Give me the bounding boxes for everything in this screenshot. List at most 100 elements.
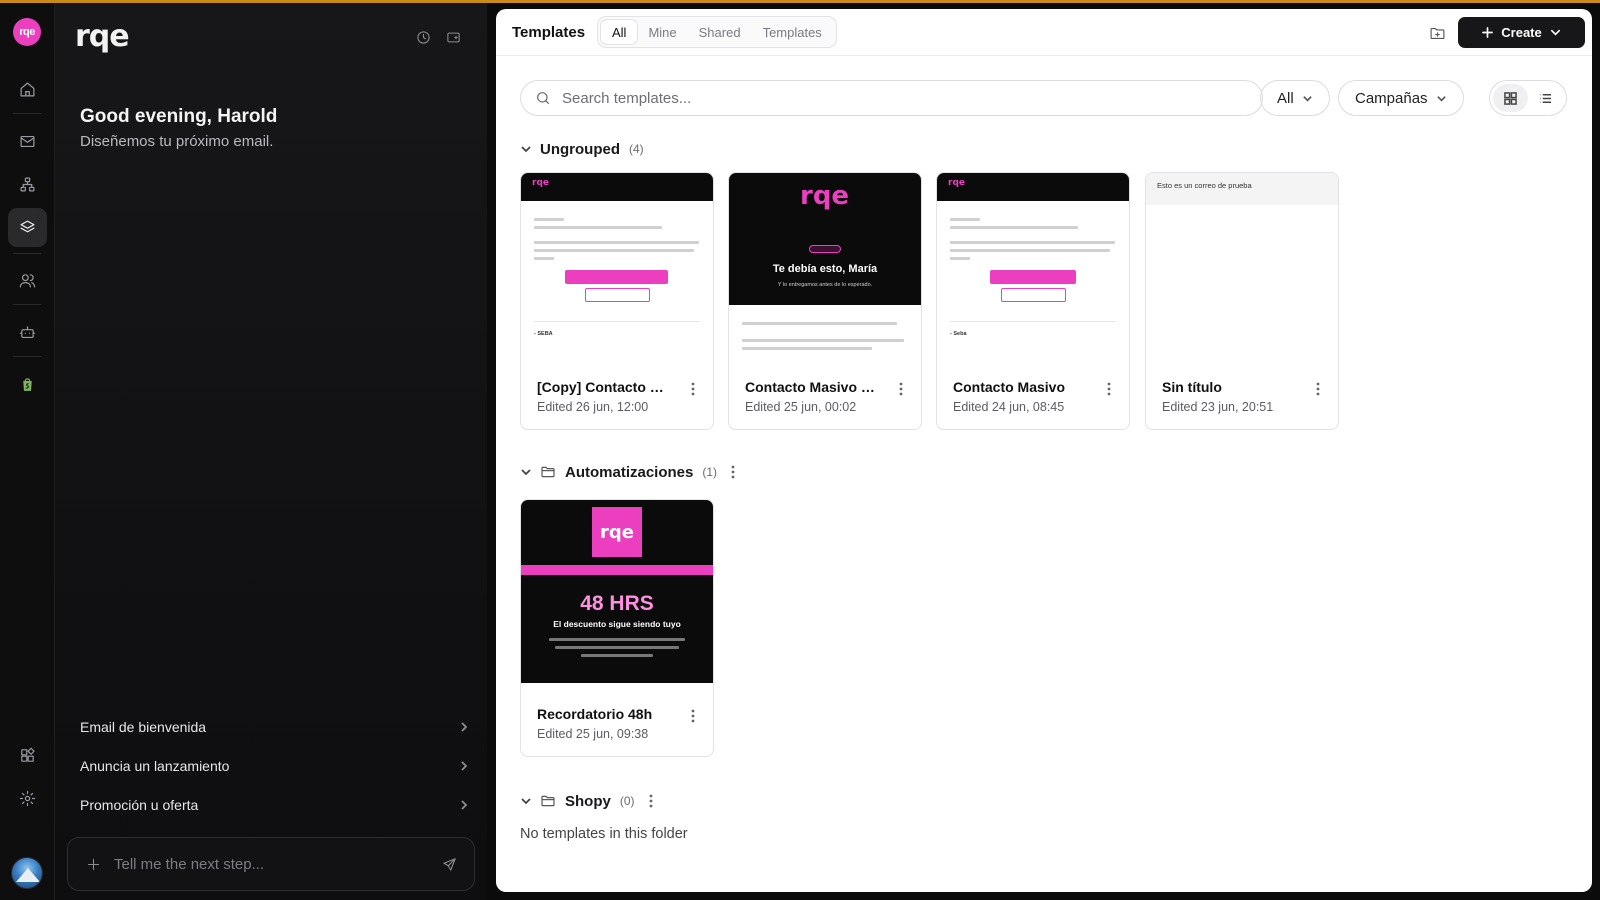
rail-divider: [13, 304, 41, 305]
thumbnail-subtitle: Y lo entregamos antes de lo esperado.: [777, 282, 873, 288]
suggestion-item[interactable]: Promoción u oferta: [80, 794, 470, 816]
users-icon[interactable]: [8, 261, 47, 300]
template-name: Recordatorio 48h: [537, 706, 653, 722]
tab-templates[interactable]: Templates: [752, 20, 833, 44]
group-name: Ungrouped: [540, 140, 620, 158]
chevron-right-icon: [461, 722, 468, 732]
layers-icon[interactable]: [8, 208, 47, 247]
tab-shared[interactable]: Shared: [688, 20, 752, 44]
template-edited-date: Edited 23 jun, 20:51: [1162, 400, 1274, 414]
type-filter-label: Campañas: [1355, 89, 1428, 107]
chevron-down-icon[interactable]: [518, 466, 534, 478]
template-name: Sin título: [1162, 379, 1222, 395]
group-count: (1): [702, 465, 718, 479]
empty-folder-message: No templates in this folder: [520, 826, 688, 842]
chevron-down-icon: [1302, 95, 1312, 102]
page-title: Templates: [512, 24, 586, 41]
filter-tabs: All Mine Shared Templates: [597, 16, 837, 48]
group-name: Shopy: [565, 792, 611, 810]
type-filter-dropdown[interactable]: Campañas: [1338, 80, 1464, 116]
group-name: Automatizaciones: [565, 463, 694, 481]
template-edited-date: Edited 26 jun, 12:00: [537, 400, 649, 414]
template-thumbnail: rqe - Seba: [937, 173, 1129, 356]
home-icon[interactable]: [8, 70, 47, 109]
template-card[interactable]: rqe 48 HRS El descuento sigue siendo tuy…: [520, 499, 714, 757]
suggestion-label: Anuncia un lanzamiento: [80, 758, 230, 774]
suggestion-label: Promoción u oferta: [80, 797, 199, 813]
send-icon[interactable]: [440, 855, 458, 873]
bot-icon[interactable]: [8, 313, 47, 352]
chat-composer: [67, 837, 475, 891]
thumbnail-title: Te debía esto, María: [772, 263, 878, 275]
list-view-icon[interactable]: [1528, 84, 1563, 112]
flows-icon[interactable]: [8, 165, 47, 204]
template-card[interactable]: rqe Te debía esto, María Y lo entregamos…: [728, 172, 922, 430]
template-edited-date: Edited 24 jun, 08:45: [953, 400, 1065, 414]
folder-icon: [540, 463, 558, 481]
shopify-icon[interactable]: [8, 365, 47, 404]
chevron-down-icon: [1550, 29, 1560, 36]
view-toggle: [1489, 80, 1567, 116]
chevron-right-icon: [461, 761, 468, 771]
settings-icon[interactable]: [8, 779, 47, 818]
template-name: Contacto Masivo Tranquilo: [745, 379, 881, 395]
template-edited-date: Edited 25 jun, 00:02: [745, 400, 857, 414]
chevron-right-icon: [461, 800, 468, 810]
owner-filter-label: All: [1277, 89, 1294, 107]
group-count: (0): [619, 794, 635, 808]
owner-filter-dropdown[interactable]: All: [1260, 80, 1330, 116]
group-header-ungrouped[interactable]: Ungrouped (4): [518, 138, 644, 160]
template-thumbnail: rqe - SEBA: [521, 173, 713, 356]
more-options-icon[interactable]: [1104, 381, 1114, 397]
templates-header: Templates All Mine Shared Templates Crea…: [496, 9, 1592, 56]
new-folder-icon[interactable]: [1426, 22, 1448, 44]
icon-rail: rqe: [0, 3, 55, 900]
thumbnail-headline: 48 HRS: [580, 592, 654, 615]
attach-plus-icon[interactable]: [84, 855, 102, 873]
chevron-down-icon: [1436, 95, 1446, 102]
more-options-icon[interactable]: [688, 708, 698, 724]
new-chat-icon[interactable]: [441, 25, 465, 49]
tab-mine[interactable]: Mine: [637, 20, 687, 44]
chat-input[interactable]: [114, 855, 440, 873]
history-icon[interactable]: [411, 25, 435, 49]
search-box: [520, 80, 1263, 116]
template-name: [Copy] Contacto Masivo: [537, 379, 673, 395]
chevron-down-icon[interactable]: [518, 795, 534, 807]
group-header-shopy[interactable]: Shopy (0): [518, 790, 653, 812]
more-options-icon[interactable]: [896, 381, 906, 397]
user-avatar[interactable]: [11, 857, 43, 889]
app-logo[interactable]: rqe: [13, 18, 41, 46]
group-header-automatizaciones[interactable]: Automatizaciones (1): [518, 461, 735, 483]
more-options-icon[interactable]: [731, 465, 735, 479]
template-thumbnail: rqe 48 HRS El descuento sigue siendo tuy…: [521, 500, 713, 683]
thumbnail-text: Esto es un correo de prueba: [1157, 181, 1252, 190]
suggestion-item[interactable]: Email de bienvenida: [80, 716, 470, 738]
template-edited-date: Edited 25 jun, 09:38: [537, 727, 649, 741]
more-options-icon[interactable]: [688, 381, 698, 397]
create-button[interactable]: Create: [1458, 17, 1585, 48]
brand-logo: rqe: [75, 19, 130, 54]
template-name: Contacto Masivo: [953, 379, 1066, 395]
tab-all[interactable]: All: [601, 20, 638, 44]
search-icon: [537, 92, 549, 104]
chevron-down-icon[interactable]: [518, 143, 534, 155]
grid-view-icon[interactable]: [1493, 84, 1528, 112]
rail-divider: [13, 253, 41, 254]
plus-icon: [1482, 27, 1494, 38]
template-thumbnail: Esto es un correo de prueba: [1146, 173, 1338, 356]
more-options-icon[interactable]: [1313, 381, 1323, 397]
templates-panel: Templates All Mine Shared Templates Crea…: [496, 9, 1592, 892]
assistant-panel: rqe Good evening, Harold Diseñemos tu pr…: [55, 3, 487, 900]
group-count: (4): [629, 142, 644, 156]
mail-icon[interactable]: [8, 122, 47, 161]
template-card[interactable]: Esto es un correo de prueba Sin título E…: [1145, 172, 1339, 430]
template-card[interactable]: rqe - SEBA [Copy] Contacto Masivo Edited…: [520, 172, 714, 430]
folder-icon: [540, 792, 558, 810]
template-card[interactable]: rqe - Seba Contacto Masivo Edited 24 jun…: [936, 172, 1130, 430]
suggestion-item[interactable]: Anuncia un lanzamiento: [80, 755, 470, 777]
more-options-icon[interactable]: [649, 794, 653, 808]
search-input[interactable]: [562, 89, 1262, 107]
integrations-icon[interactable]: [8, 736, 47, 775]
suggestion-label: Email de bienvenida: [80, 719, 207, 735]
